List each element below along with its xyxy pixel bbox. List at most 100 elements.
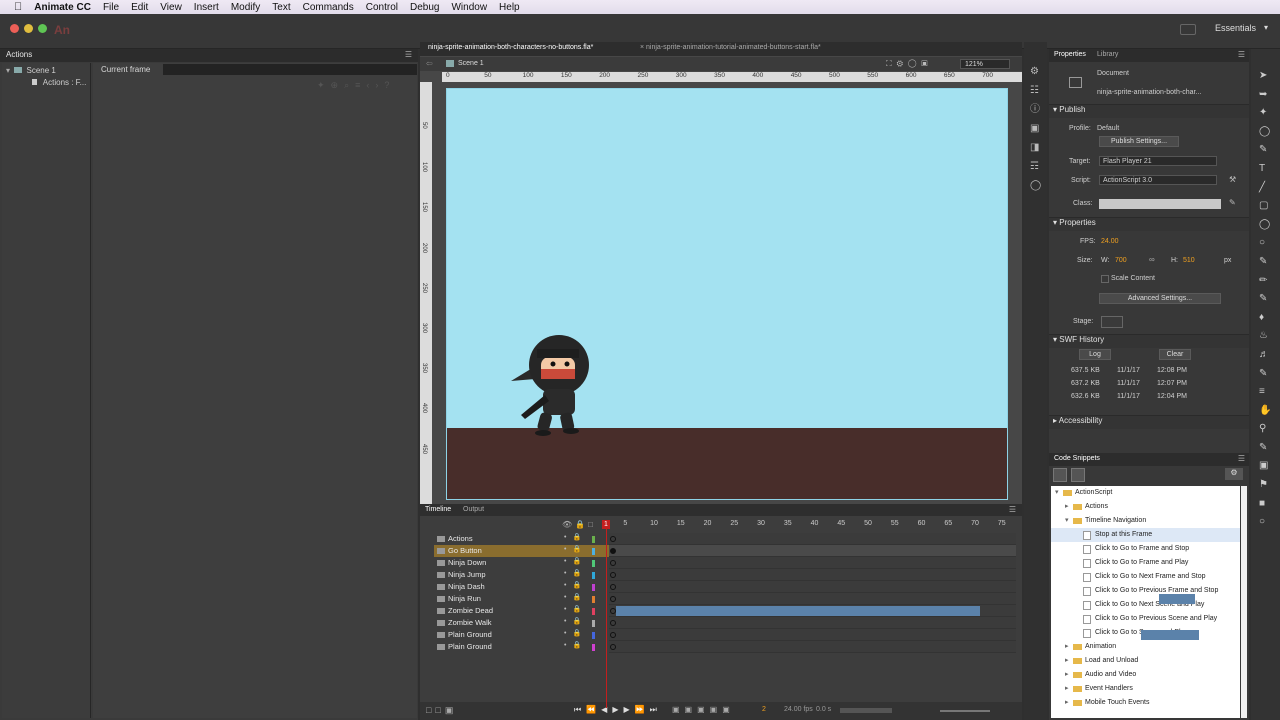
playhead-marker[interactable]: 1 <box>602 520 610 529</box>
script-select[interactable]: ActionScript 3.0 <box>1099 175 1217 185</box>
keyframe[interactable] <box>610 560 616 566</box>
snippet-item[interactable]: ▸ Audio and Video <box>1051 668 1240 682</box>
scene-breadcrumb[interactable]: Scene 1 <box>458 60 484 67</box>
gear-icon[interactable]: ⚙ <box>1225 468 1243 480</box>
collapsed-panel-icons[interactable]: ⚙ ☷ ⓘ ▣ ◨ ☶ ◯ <box>1030 62 1041 195</box>
layer-frames[interactable] <box>609 581 1016 593</box>
layer-frames[interactable] <box>609 593 1195 605</box>
snippet-item[interactable]: ▸ Actions <box>1051 500 1240 514</box>
layer-row[interactable]: Plain Ground •🔒 <box>434 629 1199 641</box>
time-display[interactable]: 0.0 s <box>816 706 831 713</box>
minimize-window-button[interactable] <box>24 24 33 33</box>
playback-controls[interactable]: ⏮⏪◀▶▶⏩⏭ <box>574 705 662 715</box>
layer-toggle-icons[interactable]: 👁🔒□ <box>562 520 596 529</box>
tab-library[interactable]: Library <box>1097 51 1118 58</box>
layer-visibility-lock-icons[interactable]: •🔒 <box>564 641 587 649</box>
layer-visibility-lock-icons[interactable]: •🔒 <box>564 533 587 541</box>
layer-color-swatch[interactable] <box>592 608 595 615</box>
menu-text[interactable]: Text <box>272 2 290 13</box>
layer-color-swatch[interactable] <box>592 536 595 543</box>
tab-timeline[interactable]: Timeline <box>425 506 451 513</box>
layer-row[interactable]: Ninja Down •🔒 <box>434 557 1016 569</box>
layer-visibility-lock-icons[interactable]: •🔒 <box>564 545 587 553</box>
snippet-item[interactable]: ▸ Mobile Touch Events <box>1051 696 1240 710</box>
snippet-item[interactable]: ▸ Animation <box>1051 640 1240 654</box>
wrench-icon[interactable]: ⚒ <box>1229 175 1236 184</box>
tree-item-actions-frame[interactable]: Actions : F... <box>32 78 86 87</box>
zoom-select[interactable]: 121% <box>960 59 1010 69</box>
layer-row[interactable]: Zombie Dead •🔒 <box>434 605 1016 617</box>
layer-color-swatch[interactable] <box>592 572 595 579</box>
menu-help[interactable]: Help <box>499 2 520 13</box>
sync-settings-icon[interactable] <box>1180 24 1196 35</box>
snippet-item[interactable]: Click to Go to Previous Scene and Play <box>1051 612 1240 626</box>
pencil-icon[interactable]: ✎ <box>1229 198 1236 207</box>
layer-row[interactable]: Ninja Run •🔒 <box>434 593 1195 605</box>
tween-span[interactable] <box>616 606 980 616</box>
apple-icon[interactable]:  <box>14 1 22 13</box>
layer-visibility-lock-icons[interactable]: •🔒 <box>564 557 587 565</box>
layer-frames[interactable] <box>609 569 1016 581</box>
current-frame-value[interactable]: 2 <box>762 706 766 713</box>
stage-canvas[interactable] <box>446 88 1008 500</box>
back-arrow-icon[interactable]: ⇦ <box>426 59 433 68</box>
keyframe[interactable] <box>610 644 616 650</box>
stage-tools-icons[interactable]: ⛶⚙◯▣ <box>886 59 933 69</box>
snippet-item[interactable]: Click to Go to Frame and Play <box>1051 556 1240 570</box>
panel-menu-icon[interactable]: ☰ <box>405 50 412 59</box>
layer-color-swatch[interactable] <box>592 548 595 555</box>
layer-row[interactable]: Ninja Dash •🔒 <box>434 581 1016 593</box>
tab-output[interactable]: Output <box>463 506 484 513</box>
snippets-scrollbar[interactable] <box>1241 486 1247 718</box>
chevron-down-icon[interactable]: ▾ <box>6 66 10 75</box>
menu-edit[interactable]: Edit <box>131 2 148 13</box>
section-properties[interactable]: ▾ Properties <box>1049 217 1249 231</box>
layer-color-swatch[interactable] <box>592 560 595 567</box>
layer-color-swatch[interactable] <box>592 644 595 651</box>
ground-sprite[interactable] <box>447 428 1007 499</box>
tree-item-scene[interactable]: ▾ Scene 1 <box>6 66 56 75</box>
tab-actions[interactable]: Actions <box>6 50 32 59</box>
layer-frames[interactable] <box>609 641 1016 653</box>
tab-properties[interactable]: Properties <box>1054 51 1086 58</box>
menu-modify[interactable]: Modify <box>231 2 260 13</box>
snippet-item[interactable]: Click to Go to Frame and Stop <box>1051 542 1240 556</box>
advanced-settings-button[interactable]: Advanced Settings... <box>1099 293 1221 304</box>
panel-menu-icon[interactable]: ☰ <box>1009 505 1016 514</box>
keyframe[interactable] <box>610 596 616 602</box>
layer-visibility-lock-icons[interactable]: •🔒 <box>564 581 587 589</box>
snippet-item[interactable]: ▸ Load and Unload <box>1051 654 1240 668</box>
zoom-window-button[interactable] <box>38 24 47 33</box>
layer-frames[interactable] <box>609 545 1016 557</box>
layer-row[interactable]: Go Button •🔒 <box>434 545 1016 557</box>
link-icon[interactable]: ∞ <box>1149 255 1155 264</box>
menu-window[interactable]: Window <box>451 2 487 13</box>
onion-skin-controls[interactable]: ▣▣▣▣▣ <box>672 705 735 714</box>
document-tab[interactable]: ninja-sprite-animation-tutorial-animated… <box>646 44 821 55</box>
layer-frames[interactable] <box>609 533 1016 545</box>
snippet-item[interactable]: Click to Go to Next Scene and Play <box>1051 598 1240 612</box>
section-publish[interactable]: ▾ Publish <box>1049 104 1249 118</box>
panel-menu-icon[interactable]: ☰ <box>1238 50 1245 59</box>
layer-row[interactable]: Ninja Jump •🔒 <box>434 569 1016 581</box>
snippet-item[interactable]: ▾ ActionScript <box>1051 486 1240 500</box>
layer-color-swatch[interactable] <box>592 596 595 603</box>
chevron-down-icon[interactable]: ▾ <box>1264 23 1268 32</box>
layer-visibility-lock-icons[interactable]: •🔒 <box>564 617 587 625</box>
fps-display[interactable]: 24.00 fps <box>784 706 813 713</box>
publish-settings-button[interactable]: Publish Settings... <box>1099 136 1179 147</box>
section-swf-history[interactable]: ▾ SWF History <box>1049 334 1249 348</box>
tween-span[interactable] <box>1141 630 1199 640</box>
menu-insert[interactable]: Insert <box>194 2 219 13</box>
keyframe[interactable] <box>610 572 616 578</box>
clear-button[interactable]: Clear <box>1159 349 1191 360</box>
add-snippet-icon[interactable] <box>1053 468 1067 482</box>
layer-visibility-lock-icons[interactable]: •🔒 <box>564 593 587 601</box>
layer-visibility-lock-icons[interactable]: •🔒 <box>564 605 587 613</box>
section-accessibility[interactable]: ▸ Accessibility <box>1049 415 1249 429</box>
snippet-item[interactable]: Stop at this Frame <box>1051 528 1240 542</box>
layer-buttons[interactable]: □□▣ <box>426 705 457 716</box>
menu-control[interactable]: Control <box>366 2 398 13</box>
layer-frames[interactable] <box>609 617 1016 629</box>
log-button[interactable]: Log <box>1079 349 1111 360</box>
